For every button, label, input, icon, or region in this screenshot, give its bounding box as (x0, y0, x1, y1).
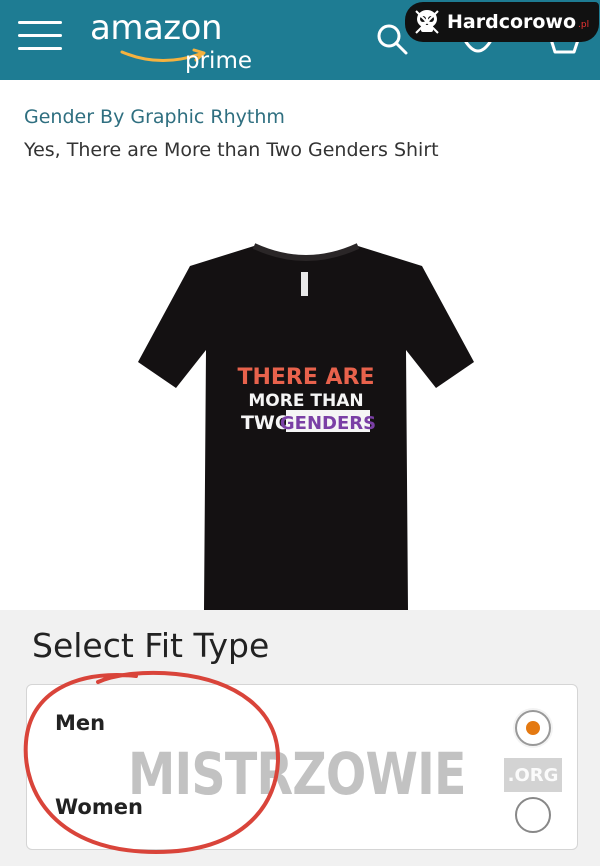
watermark-site-name: Hardcorowo (447, 11, 577, 33)
radio-unselected-icon[interactable] (515, 797, 551, 833)
radio-selected-icon[interactable] (515, 710, 551, 746)
product-image-tshirt[interactable]: THERE ARE MORE THAN TWO GENDERS (136, 240, 476, 610)
shirt-print-line1: THERE ARE (237, 365, 374, 390)
hardcorowo-watermark: Hardcorowo .pl (405, 2, 599, 42)
shirt-print-line2: MORE THAN (248, 391, 363, 411)
shirt-print-line3b: GENDERS (280, 413, 376, 434)
watermark-site-tld: .pl (578, 20, 590, 30)
skull-icon (415, 10, 439, 34)
amazon-prime-logo[interactable]: amazon prime (90, 8, 265, 74)
logo-text: amazon (90, 8, 223, 48)
top-navigation-bar: amazon prime Hardcorowo .pl (0, 0, 600, 80)
brand-link[interactable]: Gender By Graphic Rhythm (24, 106, 285, 128)
mistrzowie-watermark-tld: .ORG (504, 758, 562, 792)
product-title: Yes, There are More than Two Genders Shi… (24, 139, 439, 161)
logo-prime-text: prime (185, 48, 253, 74)
fit-option-label: Men (55, 711, 106, 735)
fit-type-heading: Select Fit Type (32, 626, 270, 665)
product-section: Gender By Graphic Rhythm Yes, There are … (0, 80, 600, 610)
mistrzowie-watermark: MISTRZOWIE (128, 740, 467, 808)
fit-type-section: Select Fit Type Men Women MISTRZOWIE .OR… (0, 610, 600, 866)
search-icon[interactable] (375, 22, 409, 56)
menu-icon[interactable] (18, 15, 62, 55)
